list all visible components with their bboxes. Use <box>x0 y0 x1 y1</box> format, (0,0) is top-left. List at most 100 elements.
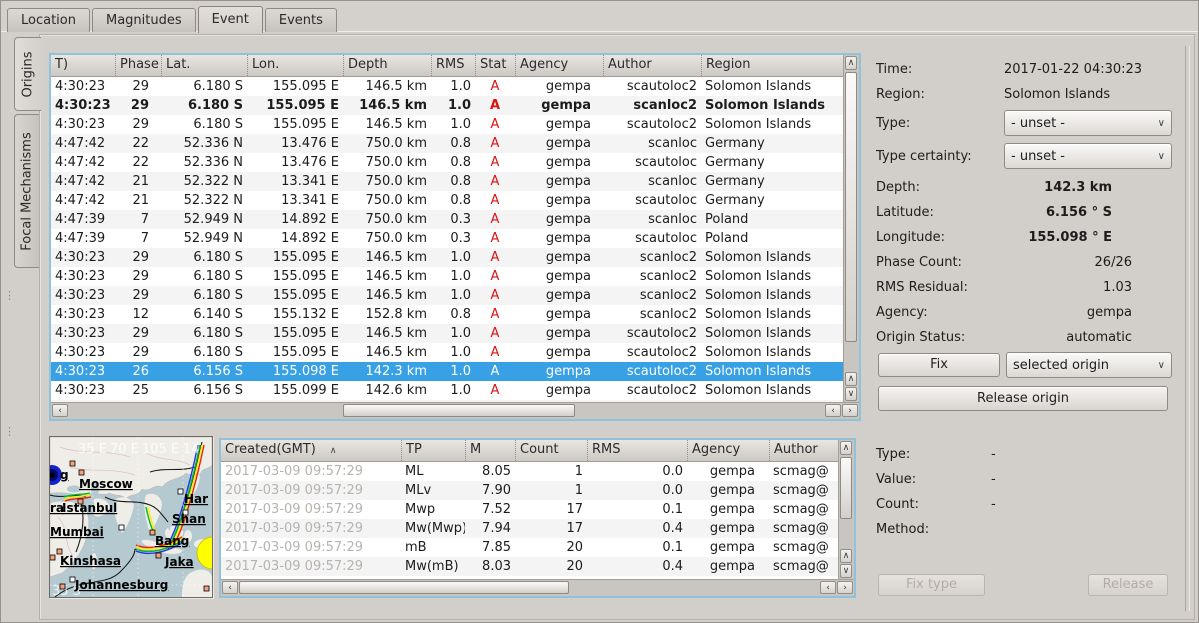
table-cell-rms: 0.1 <box>587 500 687 519</box>
table-row[interactable]: 4:47:422152.322 N13.341 E750.0 km0.8Agem… <box>51 191 859 210</box>
tab-magnitudes[interactable]: Magnitudes <box>92 8 196 32</box>
scroll-left-icon[interactable]: ‹ <box>825 404 841 417</box>
tab-location[interactable]: Location <box>7 8 90 32</box>
scroll-left-icon[interactable]: ‹ <box>52 404 68 417</box>
column-header-agency[interactable]: Agency <box>687 440 769 461</box>
table-row[interactable]: 4:30:23296.180 S155.095 E146.5 km1.0Agem… <box>51 267 859 286</box>
table-row[interactable]: 4:30:23296.180 S155.095 E146.5 km1.0Agem… <box>51 286 859 305</box>
scroll-up-icon[interactable]: ∧ <box>840 549 852 563</box>
table-cell-rms: 1.0 <box>431 343 475 362</box>
table-cell-lon: 155.095 E <box>247 324 343 343</box>
magnitudes-horizontal-scrollbar[interactable]: ‹ ‹ › <box>221 579 854 596</box>
magnitudes-vscroll-thumb[interactable] <box>840 457 852 519</box>
table-row[interactable]: 4:30:23296.180 S155.095 E146.5 km1.0Agem… <box>51 77 859 96</box>
column-header-lat[interactable]: Lat. <box>161 55 247 76</box>
fix-type-button[interactable]: Fix type <box>878 574 985 596</box>
scroll-up-icon[interactable]: ∧ <box>840 441 852 455</box>
table-cell-tp: ML <box>401 462 465 481</box>
magnitude-info-row: Value:- <box>876 469 1176 489</box>
column-header-agency[interactable]: Agency <box>515 55 603 76</box>
column-header-count[interactable]: Count <box>515 440 587 461</box>
table-row[interactable]: 4:47:39752.949 N14.892 E750.0 km0.3Agemp… <box>51 229 859 248</box>
table-row[interactable]: 2017-03-09 09:57:29Mw(mB)8.03200.4gempas… <box>221 557 854 576</box>
column-header-lon[interactable]: Lon. <box>247 55 343 76</box>
magnitudes-hscroll-thumb[interactable] <box>239 581 569 594</box>
table-cell-rms: 1.0 <box>431 286 475 305</box>
combobox-type[interactable]: - unset -∨ <box>1004 110 1172 136</box>
table-cell-region: Solomon Islands <box>701 267 844 286</box>
table-row[interactable]: 4:30:23296.180 S155.095 E146.5 km1.0Agem… <box>51 96 859 115</box>
origins-vscroll-thumb[interactable] <box>845 72 857 342</box>
release-origin-button[interactable]: Release origin <box>878 386 1168 411</box>
release-magnitude-button[interactable]: Release <box>1088 574 1168 596</box>
tab-event[interactable]: Event <box>198 6 263 33</box>
splitter-handle-horizontal[interactable]: ⋮ <box>4 425 16 438</box>
column-header-created[interactable]: Created(GMT)∧ <box>221 440 401 461</box>
scroll-up-icon[interactable]: ∧ <box>845 56 857 70</box>
scroll-up-icon[interactable]: ∧ <box>845 372 857 386</box>
table-cell-lat: 6.180 S <box>161 248 247 267</box>
table-row[interactable]: 2017-03-09 09:57:29mB7.85200.1gempascmag… <box>221 538 854 557</box>
combobox-type-certainty[interactable]: - unset -∨ <box>1004 143 1172 169</box>
table-row[interactable]: 4:30:23296.180 S155.095 E146.5 km1.0Agem… <box>51 324 859 343</box>
tab-events[interactable]: Events <box>265 8 337 32</box>
table-row[interactable]: 4:47:422252.336 N13.476 E750.0 km0.8Agem… <box>51 134 859 153</box>
table-cell-m: 7.94 <box>465 519 515 538</box>
table-row[interactable]: 4:47:422152.322 N13.341 E750.0 km0.8Agem… <box>51 172 859 191</box>
table-row[interactable]: 2017-03-09 09:57:29ML8.0510.0gempascmag@ <box>221 462 854 481</box>
magnitude-info-row: Count:- <box>876 494 1176 514</box>
scroll-left-icon[interactable]: ‹ <box>222 581 238 594</box>
column-header-time[interactable]: T) <box>51 55 115 76</box>
scroll-right-icon[interactable]: › <box>837 581 853 594</box>
origin-info-label-region: Region: <box>876 87 1004 102</box>
magnitude-info-label-value: Value: <box>876 472 991 487</box>
column-header-stat[interactable]: Stat <box>475 55 515 76</box>
magnitudes-vertical-scrollbar[interactable]: ∧ ∧ ∨ <box>838 440 854 579</box>
table-row[interactable]: 4:30:23256.156 S155.099 E142.6 km1.0Agem… <box>51 381 859 400</box>
table-cell-phase: 29 <box>115 77 161 96</box>
table-cell-agency: gempa <box>515 229 603 248</box>
table-row[interactable]: 2017-03-09 09:57:29Mw(Mwp)7.94170.4gempa… <box>221 519 854 538</box>
scroll-down-icon[interactable]: ∨ <box>840 564 852 578</box>
side-tab-origins[interactable]: Origins <box>14 37 41 111</box>
column-header-rms[interactable]: RMS <box>431 55 475 76</box>
scroll-right-icon[interactable]: › <box>842 404 858 417</box>
table-row[interactable]: 2017-03-09 09:57:29Mwp7.52170.1gempascma… <box>221 500 854 519</box>
origins-hscroll-thumb[interactable] <box>343 404 575 417</box>
origin-select-combobox[interactable]: selected origin ∨ <box>1006 352 1172 378</box>
column-header-phase[interactable]: Phase <box>115 55 161 76</box>
table-row[interactable]: 4:30:23126.140 S155.132 E152.8 km0.8Agem… <box>51 305 859 324</box>
table-cell-agency: gempa <box>687 519 769 538</box>
table-cell-author: scautoloc <box>603 229 701 248</box>
table-row[interactable]: 2017-03-09 09:57:29MLv7.9010.0gempascmag… <box>221 481 854 500</box>
table-cell-depth: 750.0 km <box>343 191 431 210</box>
combobox-value: - unset - <box>1011 149 1158 164</box>
table-row[interactable]: 4:30:23296.180 S155.095 E146.5 km1.0Agem… <box>51 343 859 362</box>
origins-horizontal-scrollbar[interactable]: ‹ ‹ › <box>51 402 859 419</box>
map-city-label: Bang <box>155 534 189 548</box>
table-cell-region: Solomon Islands <box>701 362 844 381</box>
origin-info-row: Type:- unset -∨ <box>876 111 1176 135</box>
column-header-region[interactable]: Region <box>701 55 844 76</box>
column-header-rms[interactable]: RMS <box>587 440 687 461</box>
splitter-handle-vertical[interactable]: ⋮ <box>4 289 16 302</box>
column-header-depth[interactable]: Depth <box>343 55 431 76</box>
scroll-down-icon[interactable]: ∨ <box>845 387 857 401</box>
table-row[interactable]: 4:30:23296.180 S155.095 E146.5 km1.0Agem… <box>51 248 859 267</box>
origin-info-value-latitude: 6.156 ° S <box>1004 205 1176 220</box>
fix-button[interactable]: Fix <box>878 353 1000 377</box>
table-row[interactable]: 4:30:23296.180 S155.095 E146.5 km1.0Agem… <box>51 115 859 134</box>
table-row[interactable]: 4:30:23266.156 S155.098 E142.3 km1.0Agem… <box>51 362 859 381</box>
column-header-author[interactable]: Author <box>769 440 839 461</box>
table-row[interactable]: 4:47:39752.949 N14.892 E750.0 km0.3Agemp… <box>51 210 859 229</box>
table-cell-lon: 155.095 E <box>247 96 343 115</box>
column-header-tp[interactable]: TP <box>401 440 465 461</box>
column-header-author[interactable]: Author <box>603 55 701 76</box>
origins-vertical-scrollbar[interactable]: ∧ ∧ ∨ <box>843 55 859 402</box>
column-header-m[interactable]: M <box>465 440 515 461</box>
table-cell-phase: 12 <box>115 305 161 324</box>
side-tab-focal-mechanisms[interactable]: Focal Mechanisms <box>14 114 39 268</box>
scroll-left-icon[interactable]: ‹ <box>820 581 836 594</box>
origin-map-thumbnail[interactable]: 35 E70 E105 E1435 S gMoscowraIstanbulHar… <box>49 436 213 598</box>
table-row[interactable]: 4:47:422252.336 N13.476 E750.0 km0.8Agem… <box>51 153 859 172</box>
